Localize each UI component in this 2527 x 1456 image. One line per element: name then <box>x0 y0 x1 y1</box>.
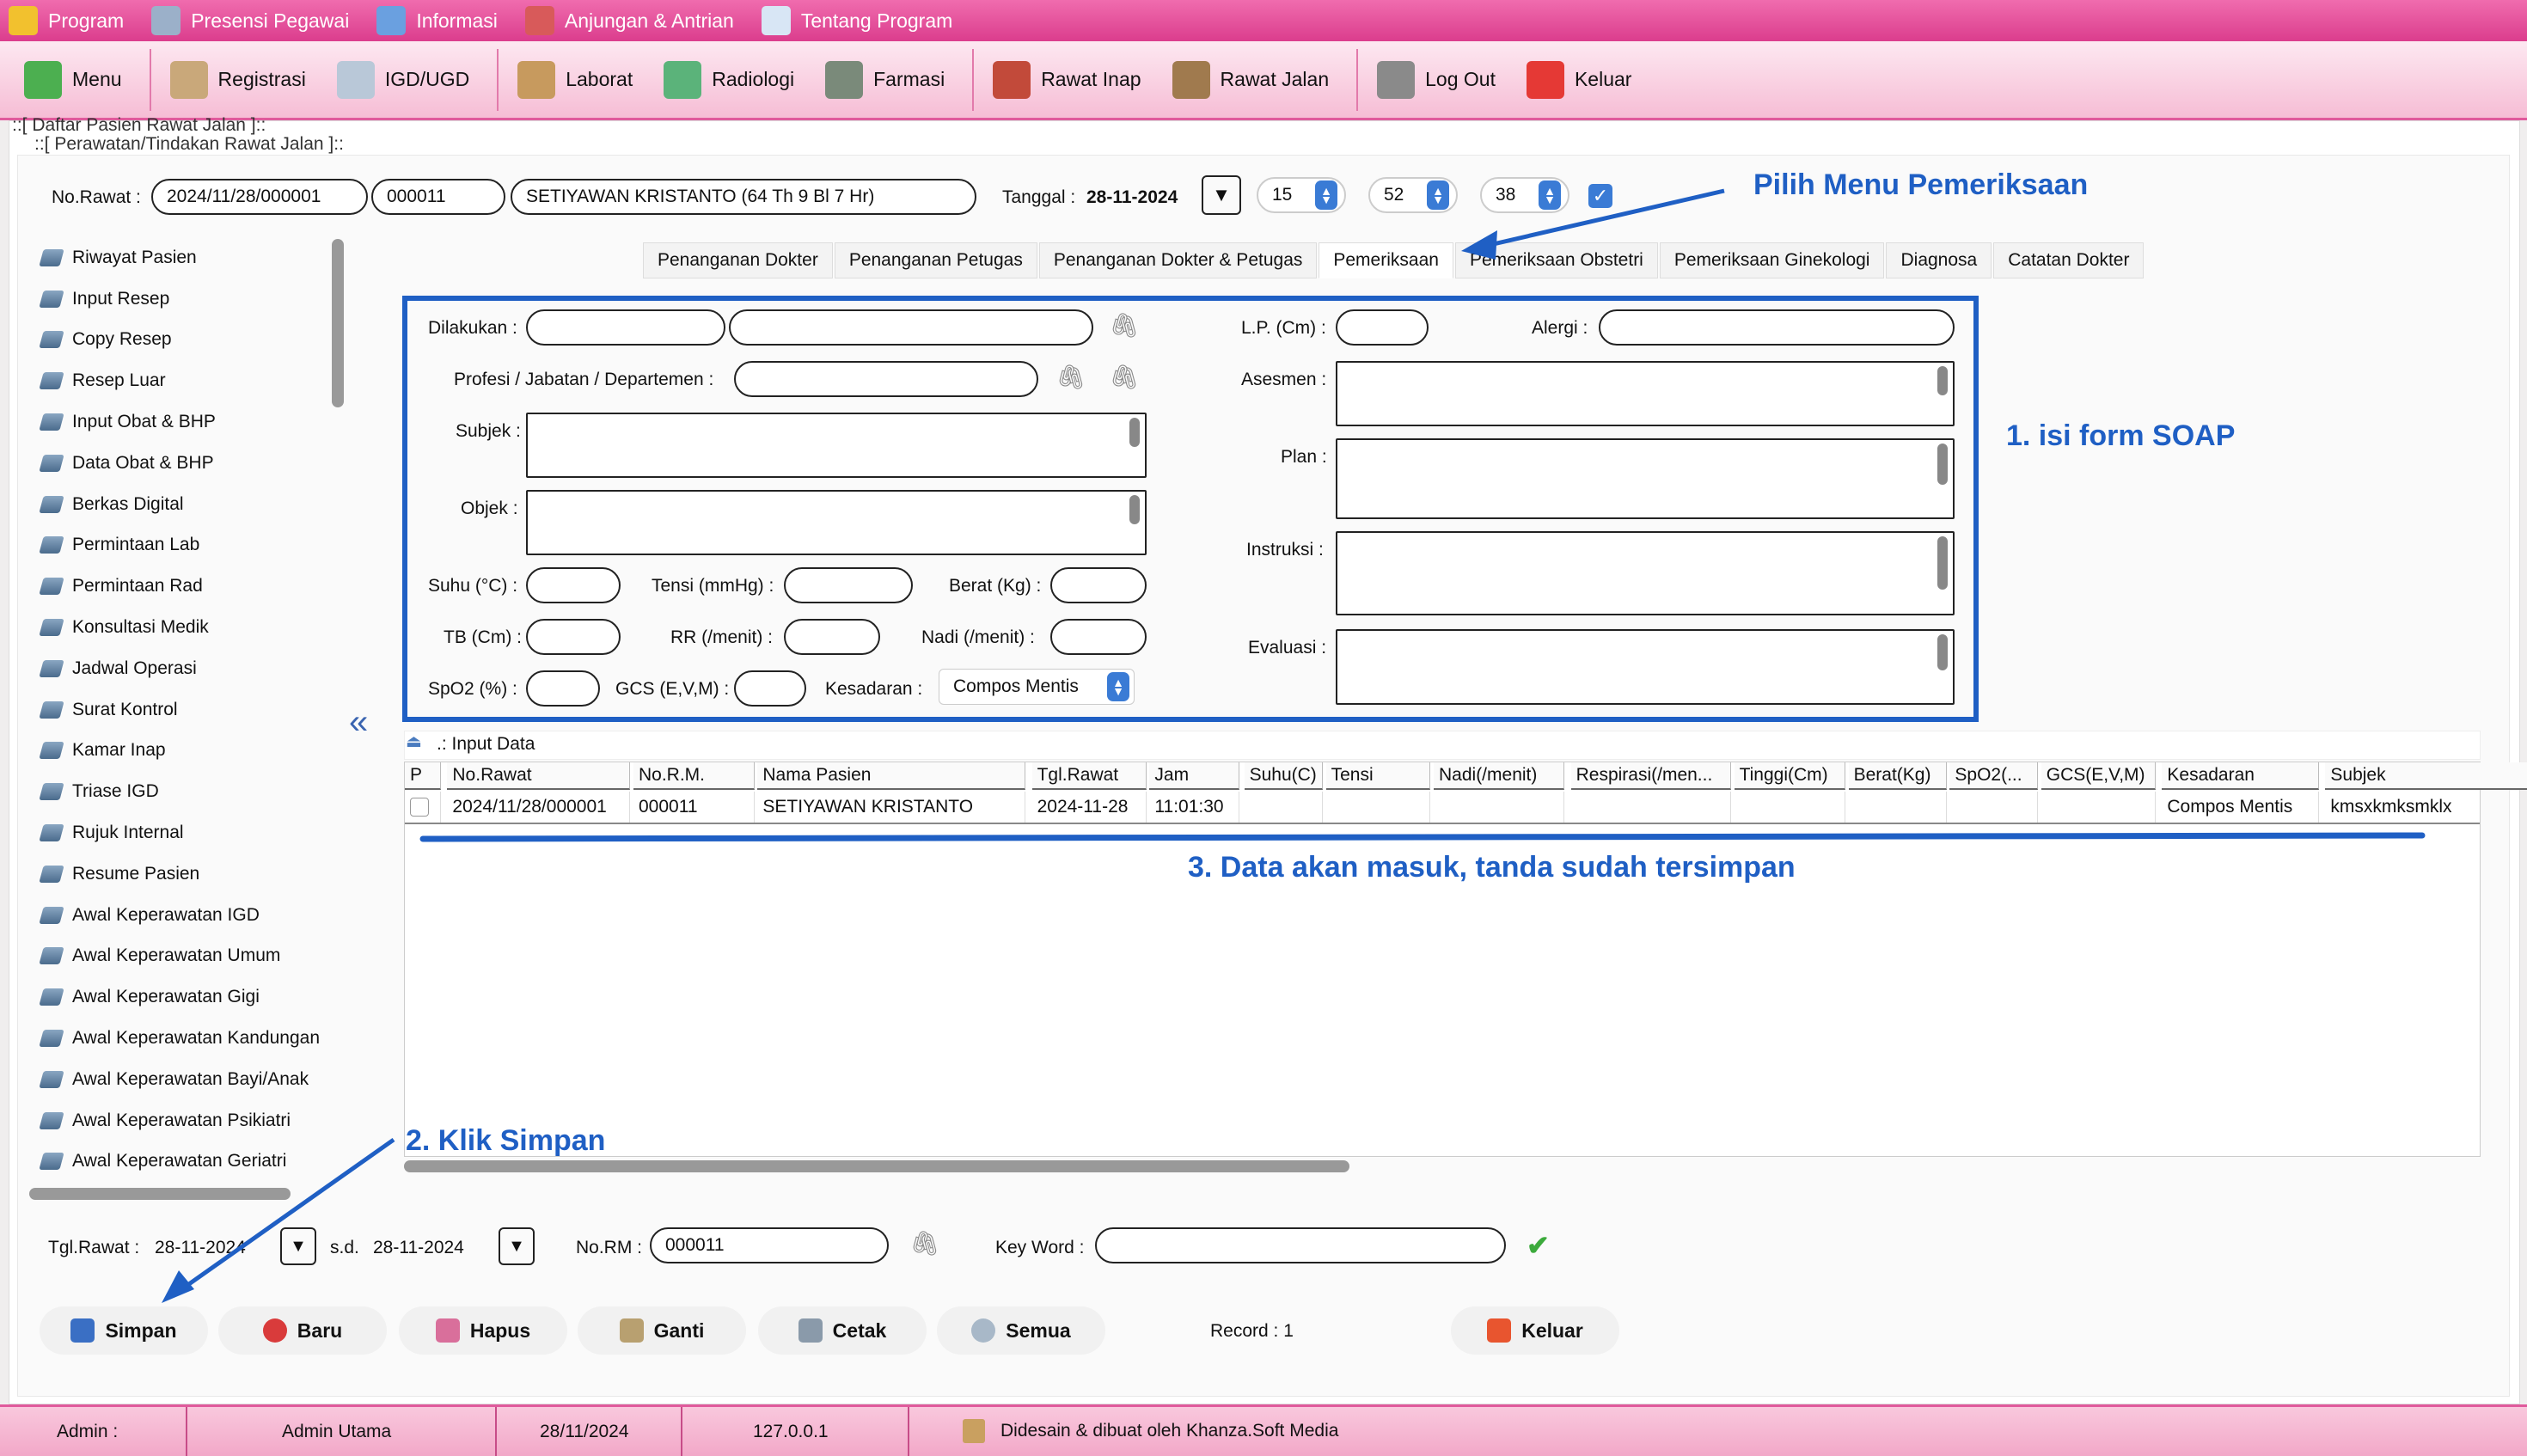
underline-saved-row <box>419 832 2426 842</box>
annotation-step2: 2. Klik Simpan <box>406 1124 606 1157</box>
annotation-pilih: Pilih Menu Pemeriksaan <box>1753 168 2089 201</box>
arrowhead-pilih <box>1461 230 1497 260</box>
arrowhead-simpan <box>162 1270 194 1303</box>
arrow-pilih <box>1478 188 1725 250</box>
annotation-arrows <box>162 188 2426 1303</box>
annotation-step3: 3. Data akan masuk, tanda sudah tersimpa… <box>1188 851 1796 884</box>
arrow-simpan <box>170 1137 395 1299</box>
annotation-step1: 1. isi form SOAP <box>2006 419 2236 452</box>
